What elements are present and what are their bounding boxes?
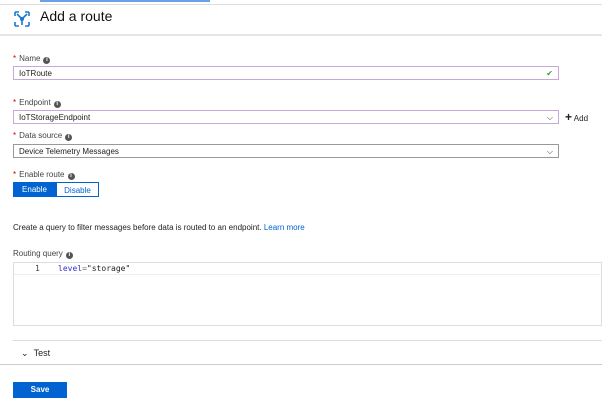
divider (0, 364, 602, 365)
line-number: 1 (35, 264, 40, 273)
info-icon: i (65, 134, 73, 141)
data-source-label: * Data source i (13, 131, 73, 141)
name-label: * Name i (13, 54, 51, 64)
info-icon: i (43, 57, 51, 64)
info-icon: i (65, 252, 73, 259)
chevron-down-icon: ⌄ (21, 348, 29, 358)
endpoint-select[interactable]: IoTStorageEndpoint ⌵ (13, 110, 559, 124)
breadcrumb-link[interactable] (40, 0, 210, 2)
disable-toggle[interactable]: Disable (56, 182, 99, 197)
name-input[interactable]: IoTRoute ✔ (13, 66, 559, 80)
enable-route-label: * Enable route i (13, 170, 75, 180)
save-button[interactable]: Save (13, 382, 67, 398)
chevron-down-icon: ⌵ (546, 147, 553, 156)
chevron-down-icon: ⌵ (546, 113, 553, 122)
enable-toggle[interactable]: Enable (13, 182, 56, 197)
route-icon (14, 11, 30, 27)
query-description: Create a query to filter messages before… (13, 223, 305, 232)
plus-icon: + (565, 110, 573, 124)
add-endpoint-button[interactable]: + Add (565, 110, 588, 124)
learn-more-link[interactable]: Learn more (264, 223, 305, 232)
check-icon: ✔ (546, 69, 553, 78)
info-icon: i (53, 101, 61, 108)
test-expander[interactable]: ⌄ Test (21, 348, 50, 359)
query-code: level="storage" (58, 264, 131, 273)
divider (13, 340, 602, 341)
routing-query-label: Routing query i (13, 249, 73, 259)
data-source-select[interactable]: Device Telemetry Messages ⌵ (13, 144, 559, 158)
endpoint-label: * Endpoint i (13, 98, 61, 108)
info-icon: i (67, 173, 75, 180)
routing-query-editor[interactable]: 1 level="storage" (13, 262, 602, 326)
page-title: Add a route (40, 8, 113, 24)
